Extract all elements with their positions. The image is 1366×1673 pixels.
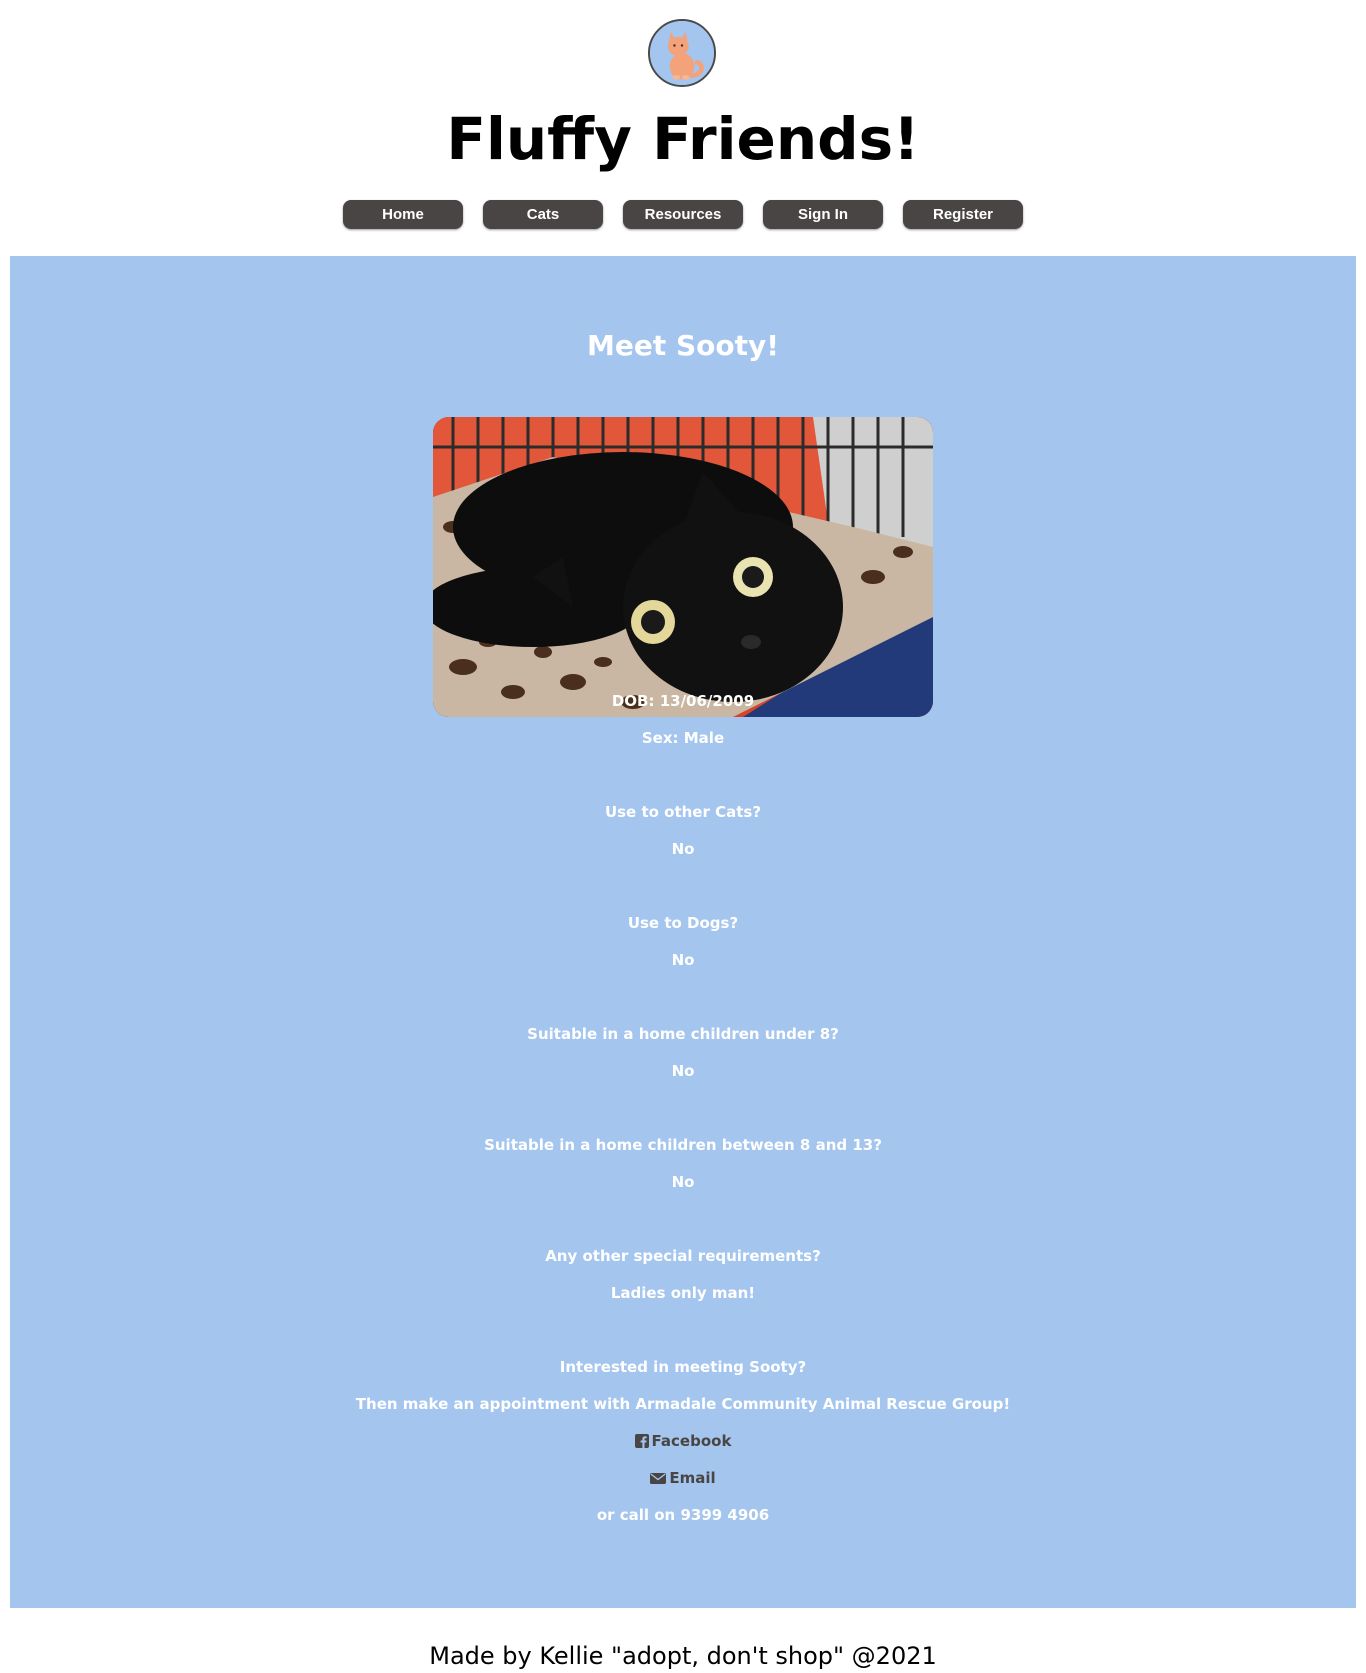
dob-text: DOB: 13/06/2009	[611, 692, 755, 710]
logo-cat-icon[interactable]	[648, 19, 716, 87]
nav-resources-button[interactable]: Resources	[623, 200, 743, 229]
kids-8-to-13-answer: No	[671, 1173, 695, 1191]
nav-register-button[interactable]: Register	[903, 200, 1023, 229]
kids-under-8-question: Suitable in a home children under 8?	[527, 1025, 839, 1043]
facebook-icon	[634, 1432, 649, 1454]
kids-under-8-answer: No	[671, 1062, 695, 1080]
special-requirements-answer: Ladies only man!	[610, 1284, 756, 1302]
appointment-text: Then make an appointment with Armadale C…	[355, 1395, 1011, 1413]
other-cats-answer: No	[671, 840, 695, 858]
cat-photo	[433, 417, 933, 717]
email-label: Email	[669, 1469, 716, 1487]
other-cats-question: Use to other Cats?	[604, 803, 762, 821]
dogs-answer: No	[671, 951, 695, 969]
kids-8-to-13-question: Suitable in a home children between 8 an…	[484, 1136, 882, 1154]
page: Fluffy Friends! Home Cats Resources Sign…	[0, 0, 1366, 1673]
dogs-question: Use to Dogs?	[627, 914, 739, 932]
footer-text: Made by Kellie "adopt, don't shop" @2021	[429, 1642, 937, 1670]
profile-title: Meet Sooty!	[586, 329, 780, 362]
cat-profile-section: Meet Sooty! DOB: 13/06/2009 Sex: Male Us…	[10, 256, 1356, 1608]
nav-cats-button[interactable]: Cats	[483, 200, 603, 229]
phone-text: or call on 9399 4906	[596, 1506, 770, 1524]
nav-home-button[interactable]: Home	[343, 200, 463, 229]
nav-sign-in-button[interactable]: Sign In	[763, 200, 883, 229]
special-requirements-question: Any other special requirements?	[545, 1247, 821, 1265]
email-row: Email	[10, 1467, 1356, 1491]
facebook-label: Facebook	[651, 1432, 732, 1450]
sex-text: Sex: Male	[641, 729, 725, 747]
email-link[interactable]: Email	[650, 1469, 716, 1487]
interested-text: Interested in meeting Sooty?	[559, 1358, 807, 1376]
envelope-icon	[650, 1469, 667, 1491]
facebook-link[interactable]: Facebook	[634, 1432, 732, 1450]
main-nav: Home Cats Resources Sign In Register	[0, 200, 1366, 229]
site-title: Fluffy Friends!	[446, 105, 920, 173]
facebook-row: Facebook	[10, 1430, 1356, 1454]
